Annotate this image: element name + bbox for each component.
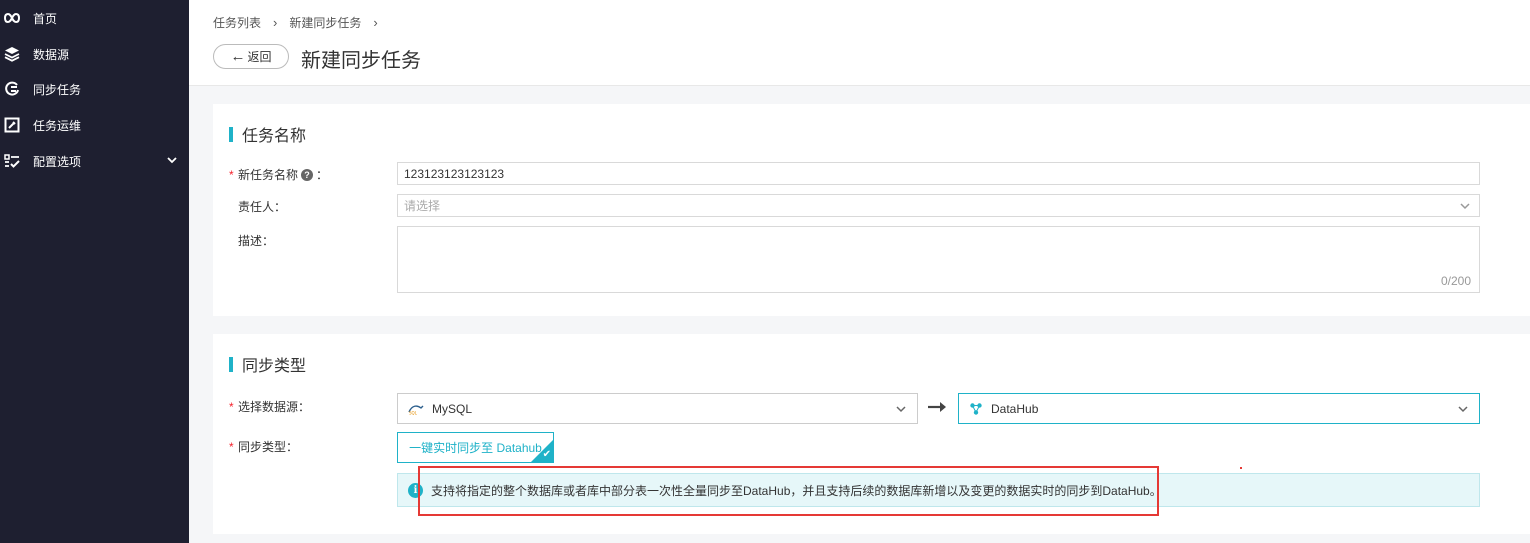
svg-text:SQL: SQL: [409, 410, 418, 415]
mysql-icon: SQL: [408, 403, 424, 415]
source-datasource-select[interactable]: SQL MySQL: [397, 393, 918, 424]
sync-icon: [4, 81, 20, 97]
sidebar: 首页 数据源 同步任务 任务运维 配置选项: [0, 0, 189, 543]
chevron-right-icon: ›: [373, 15, 378, 30]
help-icon[interactable]: ?: [301, 168, 314, 181]
sync-type-option-label: 一键实时同步至 Datahub: [409, 441, 542, 455]
breadcrumb-task-list[interactable]: 任务列表: [213, 14, 261, 31]
task-name-card: 任务名称 * 新任务名称 ? ： 123123123123123 责任人 ： 请…: [213, 104, 1530, 316]
breadcrumb: 任务列表 › 新建同步任务 ›: [213, 14, 390, 31]
chevron-down-icon: [1459, 200, 1471, 215]
task-name-label: * 新任务名称 ? ：: [229, 167, 329, 183]
description-textarea[interactable]: 0/200: [397, 226, 1480, 293]
target-datasource-value: DataHub: [991, 401, 1039, 416]
chevron-right-icon: ›: [273, 15, 278, 30]
chevron-down-icon: [895, 403, 907, 418]
sidebar-item-label: 配置选项: [33, 154, 82, 169]
sidebar-item-task-ops[interactable]: 任务运维: [0, 107, 189, 143]
info-text: 支持将指定的整个数据库或者库中部分表一次性全量同步至DataHub，并且支持后续…: [431, 483, 1162, 498]
task-name-input[interactable]: 123123123123123: [397, 162, 1480, 185]
required-mark: *: [229, 399, 234, 414]
sidebar-item-label: 同步任务: [33, 82, 82, 97]
section-title: 同步类型: [229, 352, 306, 376]
char-counter: 0/200: [1440, 274, 1471, 288]
section-title: 任务名称: [229, 122, 306, 146]
section-title-text: 任务名称: [242, 128, 307, 145]
red-dot-mark: [1240, 467, 1242, 469]
sidebar-item-sync-tasks[interactable]: 同步任务: [0, 71, 189, 107]
breadcrumb-new-task[interactable]: 新建同步任务: [289, 14, 361, 31]
back-button-label: 返回: [247, 50, 272, 64]
arrow-right-icon: [927, 400, 949, 417]
sync-type-option-realtime[interactable]: 一键实时同步至 Datahub ✔: [397, 432, 554, 463]
back-button[interactable]: ← 返回: [213, 44, 289, 69]
sidebar-item-label: 数据源: [33, 47, 70, 62]
owner-label: 责任人 ：: [238, 200, 287, 214]
check-icon: ✔: [542, 449, 551, 460]
info-alert: i 支持将指定的整个数据库或者库中部分表一次性全量同步至DataHub，并且支持…: [397, 473, 1480, 507]
checklist-icon: [4, 153, 20, 169]
sidebar-item-home[interactable]: 首页: [0, 0, 189, 36]
sidebar-item-config[interactable]: 配置选项: [0, 143, 189, 179]
section-accent-bar: [229, 356, 233, 372]
description-label: 描述 ：: [238, 234, 275, 248]
page-title: 新建同步任务: [301, 50, 421, 72]
wrench-icon: [4, 117, 20, 133]
chevron-down-icon: [166, 154, 178, 169]
owner-select[interactable]: 请选择: [397, 194, 1480, 217]
sidebar-item-label: 首页: [33, 11, 58, 26]
layers-icon: [4, 46, 20, 62]
sync-type-label: * 同步类型 ：: [229, 439, 299, 455]
infinity-icon: [4, 10, 20, 26]
page-header: 任务列表 › 新建同步任务 › ← 返回 新建同步任务: [189, 0, 1530, 86]
sidebar-item-label: 任务运维: [33, 118, 82, 133]
required-mark: *: [229, 167, 234, 182]
chevron-down-icon: [1457, 403, 1469, 418]
target-datasource-select[interactable]: DataHub: [958, 393, 1480, 424]
source-datasource-value: MySQL: [432, 401, 473, 416]
arrow-left-icon: ←: [230, 48, 246, 65]
info-icon: i: [408, 482, 423, 498]
owner-select-placeholder: 请选择: [404, 199, 441, 213]
required-mark: *: [229, 439, 234, 454]
datasource-label: * 选择数据源 ：: [229, 399, 311, 415]
section-title-text: 同步类型: [242, 358, 307, 375]
main-content: 任务名称 * 新任务名称 ? ： 123123123123123 责任人 ： 请…: [189, 86, 1530, 543]
section-accent-bar: [229, 126, 233, 142]
sidebar-item-datasource[interactable]: 数据源: [0, 36, 189, 72]
sync-type-card: 同步类型 * 选择数据源 ： SQL MySQL DataHub * 同步类型 …: [213, 334, 1530, 534]
datahub-icon: [969, 402, 983, 416]
